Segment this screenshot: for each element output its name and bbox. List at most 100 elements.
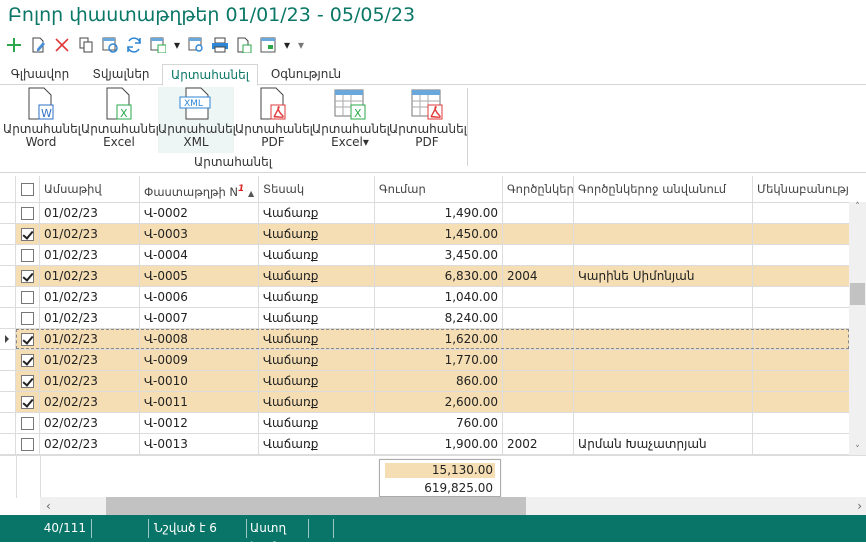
column-header-agent[interactable]: Գործընկեր — [503, 176, 574, 202]
cell-type: Վաճառք — [259, 371, 375, 391]
scroll-down-icon[interactable]: ˅ — [849, 445, 866, 455]
scroll-right-icon[interactable]: › — [857, 499, 862, 513]
refresh-icon[interactable] — [124, 35, 144, 55]
row-indicator — [0, 308, 16, 328]
excel-file-icon[interactable] — [234, 35, 254, 55]
cell-agent-name: Կարինե Սիմոնյան — [574, 266, 753, 286]
dropdown-arrow-icon[interactable]: ▾ — [282, 35, 292, 55]
table-row[interactable]: 02/02/23 Վ-0012 Վաճառք 760.00 — [0, 413, 849, 434]
button-label: Word — [25, 135, 57, 149]
tab-main[interactable]: Գլխավոր — [0, 64, 80, 85]
table-row[interactable]: 02/02/23 Վ-0013 Վաճառք 1,900.00 2002 Արմ… — [0, 434, 849, 455]
copy-icon[interactable] — [76, 35, 96, 55]
row-checkbox[interactable] — [16, 371, 40, 391]
table-row[interactable]: 02/02/23 Վ-0011 Վաճառք 2,600.00 — [0, 392, 849, 413]
column-header-comment[interactable]: Մեկնաբանությո — [753, 176, 849, 202]
row-indicator — [0, 434, 16, 454]
row-indicator — [0, 287, 16, 307]
row-checkbox[interactable] — [16, 350, 40, 370]
cell-comment — [753, 350, 849, 370]
row-indicator — [0, 350, 16, 370]
cell-doc-no: Վ-0010 — [140, 371, 259, 391]
row-indicator — [0, 224, 16, 244]
column-header-date[interactable]: Ամսաթիվ — [40, 176, 140, 202]
column-header-agent-name[interactable]: Գործընկերոջ անվանում — [574, 176, 753, 202]
tab-export[interactable]: Արտահանել — [162, 64, 258, 86]
cell-doc-no: Վ-0005 — [140, 266, 259, 286]
cell-agent — [503, 203, 574, 223]
cell-date: 01/02/23 — [40, 224, 140, 244]
row-checkbox[interactable] — [16, 224, 40, 244]
row-checkbox[interactable] — [16, 203, 40, 223]
export-word-button[interactable]: W Արտահանել Word — [3, 87, 81, 153]
marked-rows-count: Նշված է 6 տող — [151, 519, 247, 554]
cell-doc-no: Վ-0012 — [140, 413, 259, 433]
row-checkbox[interactable] — [16, 329, 40, 349]
table-row[interactable]: 01/02/23 Վ-0006 Վաճառք 1,040.00 — [0, 287, 849, 308]
export-excel-button[interactable]: X Արտահանել Excel — [81, 87, 159, 153]
table-row[interactable]: 01/02/23 Վ-0007 Վաճառք 8,240.00 — [0, 308, 849, 329]
tab-help[interactable]: Օգնություն — [258, 64, 354, 85]
row-checkbox[interactable] — [16, 245, 40, 265]
scroll-left-icon[interactable]: ‹ — [46, 499, 51, 513]
xml-file-icon: XML — [179, 87, 211, 120]
column-header-type[interactable]: Տեսակ — [259, 176, 375, 202]
table-refresh-icon[interactable] — [100, 35, 120, 55]
table-row[interactable]: 01/02/23 Վ-0002 Վաճառք 1,490.00 — [0, 203, 849, 224]
tab-data[interactable]: Տվյալներ — [80, 64, 162, 85]
cell-date: 01/02/23 — [40, 266, 140, 286]
dropdown-arrow-icon[interactable]: ▾ — [172, 35, 182, 55]
table-row[interactable]: 01/02/23 Վ-0008 Վաճառք 1,620.00 — [0, 329, 849, 350]
cell-date: 01/02/23 — [40, 350, 140, 370]
excel-table-icon[interactable] — [148, 35, 168, 55]
quick-toolbar: ▾ ▾ ▾ — [4, 35, 306, 55]
cell-type: Վաճառք — [259, 434, 375, 454]
record-position: 40/111 — [0, 519, 92, 538]
column-header-doc-no[interactable]: Փաստաթղթի N1 ▲ — [140, 176, 259, 202]
column-header-amount[interactable]: Գումար — [375, 176, 503, 202]
row-indicator — [0, 413, 16, 433]
add-icon[interactable] — [4, 35, 24, 55]
overflow-icon[interactable]: ▾ — [296, 35, 306, 55]
cell-comment — [753, 434, 849, 454]
pdf-table-icon — [411, 89, 443, 120]
horizontal-scroll-thumb[interactable] — [106, 497, 526, 515]
vertical-scroll-thumb[interactable] — [850, 283, 865, 305]
row-checkbox[interactable] — [16, 287, 40, 307]
cell-comment — [753, 245, 849, 265]
amount-summary: 15,130.00 619,825.00 — [379, 459, 501, 497]
export-xml-button[interactable]: XML Արտահանել XML — [158, 87, 236, 153]
row-checkbox[interactable] — [16, 392, 40, 412]
table-row[interactable]: 01/02/23 Վ-0003 Վաճառք 1,450.00 — [0, 224, 849, 245]
cell-agent — [503, 224, 574, 244]
cell-agent-name — [574, 287, 753, 307]
select-all-checkbox[interactable] — [16, 176, 40, 202]
row-checkbox[interactable] — [16, 266, 40, 286]
delete-icon[interactable] — [52, 35, 72, 55]
cell-comment — [753, 287, 849, 307]
export-pdf-button[interactable]: Արտահանել PDF — [235, 87, 313, 153]
export-excel-table-button[interactable]: X Արտահանել Excel▾ — [312, 87, 390, 153]
table-row[interactable]: 01/02/23 Վ-0004 Վաճառք 3,450.00 — [0, 245, 849, 266]
print-icon[interactable] — [210, 35, 230, 55]
horizontal-scrollbar[interactable]: ‹ › — [40, 497, 866, 515]
table-row[interactable]: 01/02/23 Վ-0010 Վաճառք 860.00 — [0, 371, 849, 392]
export-pdf-table-button[interactable]: Արտահանել PDF — [389, 87, 467, 153]
scroll-up-icon[interactable]: ˄ — [849, 202, 866, 212]
cell-doc-no: Վ-0006 — [140, 287, 259, 307]
layout-icon[interactable] — [258, 35, 278, 55]
vertical-scrollbar[interactable]: ˄ ˅ — [849, 202, 866, 455]
row-checkbox[interactable] — [16, 308, 40, 328]
selected-total: 15,130.00 — [385, 463, 495, 478]
row-checkbox[interactable] — [16, 413, 40, 433]
cell-doc-no: Վ-0013 — [140, 434, 259, 454]
cell-amount: 8,240.00 — [375, 308, 503, 328]
row-checkbox[interactable] — [16, 434, 40, 454]
edit-icon[interactable] — [28, 35, 48, 55]
cell-date: 01/02/23 — [40, 371, 140, 391]
table-search-icon[interactable] — [186, 35, 206, 55]
table-row[interactable]: 01/02/23 Վ-0005 Վաճառք 6,830.00 2004 Կար… — [0, 266, 849, 287]
cell-amount: 1,490.00 — [375, 203, 503, 223]
table-row[interactable]: 01/02/23 Վ-0009 Վաճառք 1,770.00 — [0, 350, 849, 371]
cell-agent — [503, 245, 574, 265]
